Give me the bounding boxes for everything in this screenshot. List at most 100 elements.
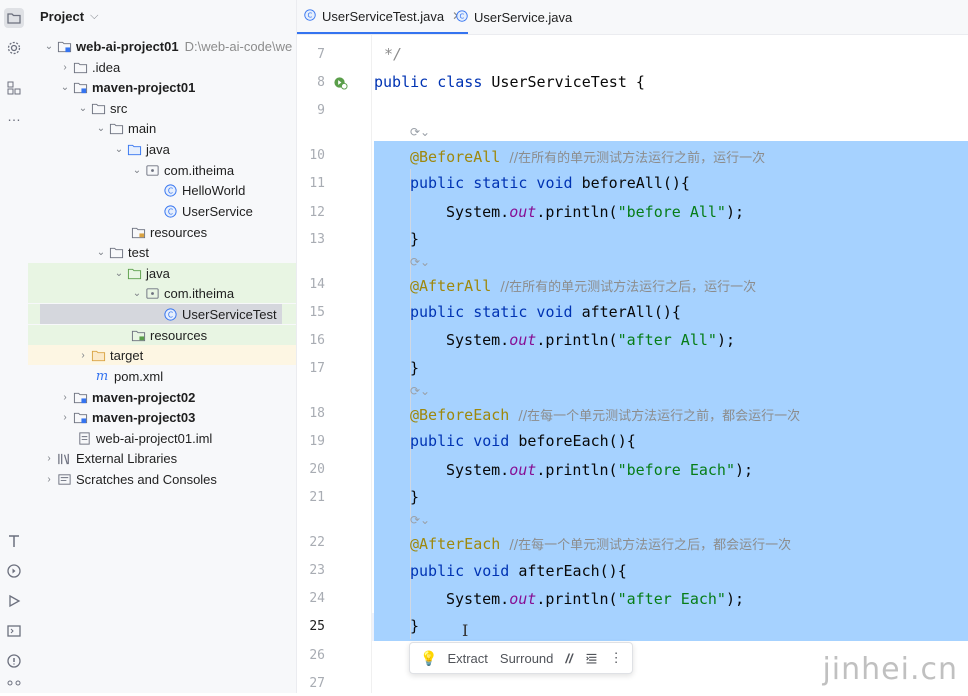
field: out: [509, 590, 537, 608]
line-number: 11: [309, 176, 325, 191]
text-tool-icon[interactable]: [4, 531, 24, 551]
tab-userservice[interactable]: C UserService.java: [449, 0, 578, 34]
tree-item-label: com.itheima: [164, 162, 235, 178]
tree-item-maven-project01[interactable]: ⌄ maven-project01: [28, 77, 296, 97]
package-icon: [144, 285, 160, 301]
chevron-right-icon[interactable]: ›: [42, 474, 56, 485]
tab-label: UserServiceTest.java: [322, 8, 445, 24]
code-vision-hint-icon[interactable]: ⟳⌄: [410, 384, 430, 398]
code-editor[interactable]: */ public class UserServiceTest { ⟳⌄ @Be…: [372, 35, 968, 693]
chevron-down-icon[interactable]: ⌄: [130, 288, 144, 299]
line-number: 22: [309, 535, 325, 550]
tree-item-resources-test[interactable]: resources: [28, 325, 296, 345]
chevron-down-icon[interactable]: ⌄: [42, 41, 56, 52]
terminal-icon[interactable]: [4, 621, 24, 641]
code-text: System.: [446, 461, 510, 479]
code-text: .println(: [536, 461, 618, 479]
problems-icon[interactable]: [4, 651, 24, 671]
more-tools-icon[interactable]: …: [4, 106, 24, 126]
services-icon[interactable]: [4, 561, 24, 581]
tab-userservicetest[interactable]: C UserServiceTest.java ✕: [297, 0, 469, 34]
tree-item-userservicetest[interactable]: C UserServiceTest: [162, 304, 277, 324]
code-line-16: System.out.println("after All");: [446, 331, 735, 349]
chevron-down-icon[interactable]: ⌄: [112, 144, 126, 155]
tree-item-idea[interactable]: › .idea: [28, 57, 296, 77]
line-number: 21: [309, 490, 325, 505]
chevron-right-icon[interactable]: ›: [42, 453, 56, 464]
editor-gutter[interactable]: 7 8 9 10 11 12 13 14 15 16 17 18 19 20 2…: [297, 35, 372, 693]
code-vision-hint-icon[interactable]: ⟳⌄: [410, 255, 430, 269]
string-literal: "after All": [617, 331, 717, 349]
tree-item-web-ai-project01[interactable]: ⌄ web-ai-project01 D:\web-ai-code\we: [28, 36, 296, 56]
chevron-down-icon[interactable]: ⌵: [90, 10, 98, 23]
tree-item-label: Scratches and Consoles: [76, 471, 217, 487]
reformat-icon[interactable]: [585, 652, 598, 665]
tree-item-src[interactable]: ⌄ src: [28, 98, 296, 118]
keyword: public class: [374, 73, 492, 91]
tree-item-resources-main[interactable]: resources: [28, 222, 296, 242]
tree-item-userservice[interactable]: C UserService: [28, 201, 296, 221]
tree-item-test[interactable]: ⌄ test: [28, 242, 296, 262]
code-line-14: @AfterAll //在所有的单元测试方法运行之后，运行一次: [410, 276, 756, 295]
string-literal: "after Each": [617, 590, 726, 608]
line-number: 17: [309, 361, 325, 376]
tree-item-package-main[interactable]: ⌄ com.itheima: [28, 160, 296, 180]
more-actions-icon[interactable]: ⋮: [610, 650, 623, 666]
run-test-gutter-icon[interactable]: [333, 75, 348, 95]
chevron-down-icon[interactable]: ⌄: [58, 82, 72, 93]
tree-item-target[interactable]: › target: [28, 345, 296, 365]
structure-icon[interactable]: [4, 78, 24, 98]
module-folder-icon: [72, 79, 88, 95]
module-file-icon: [76, 430, 92, 446]
code-vision-hint-icon[interactable]: ⟳⌄: [410, 513, 430, 527]
line-number: 12: [309, 205, 325, 220]
tree-item-iml[interactable]: web-ai-project01.iml: [28, 428, 296, 448]
line-number: 10: [309, 148, 325, 163]
comment-toggle-icon[interactable]: //: [565, 651, 572, 666]
code-line-18: @BeforeEach //在每一个单元测试方法运行之前，都会运行一次: [410, 405, 800, 424]
line-number: 15: [309, 305, 325, 320]
tree-item-label: maven-project01: [92, 79, 196, 95]
chevron-right-icon[interactable]: ›: [58, 412, 72, 423]
surround-button[interactable]: Surround: [500, 651, 553, 666]
chevron-right-icon[interactable]: ›: [58, 392, 72, 403]
tree-item-scratches[interactable]: › Scratches and Consoles: [28, 469, 296, 489]
chevron-down-icon[interactable]: ⌄: [94, 123, 108, 134]
tree-item-pom-xml[interactable]: m pom.xml: [28, 366, 296, 386]
tree-item-helloworld[interactable]: C HelloWorld: [28, 180, 296, 200]
tree-item-maven-project02[interactable]: › maven-project02: [28, 387, 296, 407]
chevron-down-icon[interactable]: ⌄: [130, 165, 144, 176]
tree-item-label: com.itheima: [164, 285, 235, 301]
chevron-down-icon[interactable]: ⌄: [76, 103, 90, 114]
tree-item-external-libraries[interactable]: › External Libraries: [28, 448, 296, 468]
chevron-right-icon[interactable]: ›: [76, 350, 90, 361]
svg-text:C: C: [460, 12, 465, 20]
tree-item-maven-project03[interactable]: › maven-project03: [28, 407, 296, 427]
line-number: 16: [309, 333, 325, 348]
keyword: public static void: [410, 303, 582, 321]
code-text: );: [725, 590, 745, 608]
code-vision-hint-icon[interactable]: ⟳⌄: [410, 125, 430, 139]
chevron-right-icon[interactable]: ›: [58, 62, 72, 73]
git-icon[interactable]: [4, 676, 24, 696]
keyword: public void: [410, 562, 519, 580]
tree-item-package-test[interactable]: ⌄ com.itheima: [28, 283, 296, 303]
folder-icon: [90, 100, 106, 116]
project-tool-icon[interactable]: [4, 8, 24, 28]
tree-item-main[interactable]: ⌄ main: [28, 118, 296, 138]
extract-button[interactable]: Extract: [447, 651, 487, 666]
chevron-down-icon[interactable]: ⌄: [94, 247, 108, 258]
run-icon[interactable]: [4, 591, 24, 611]
chevron-down-icon[interactable]: ⌄: [112, 268, 126, 279]
lightbulb-icon[interactable]: 💡: [420, 650, 437, 667]
code-text: System.: [446, 590, 510, 608]
module-folder-icon: [72, 409, 88, 425]
test-class-icon: C: [303, 8, 317, 25]
project-panel-header[interactable]: Project ⌵: [40, 9, 98, 24]
tree-item-java-test[interactable]: ⌄ java: [28, 263, 296, 283]
code-line-17: }: [410, 359, 420, 377]
keyword: public static void: [410, 174, 582, 192]
settings-icon[interactable]: [4, 38, 24, 58]
tree-item-java-main[interactable]: ⌄ java: [28, 139, 296, 159]
project-panel: Project ⌵ ⌄ web-ai-project01 D:\web-ai-c…: [28, 0, 297, 693]
